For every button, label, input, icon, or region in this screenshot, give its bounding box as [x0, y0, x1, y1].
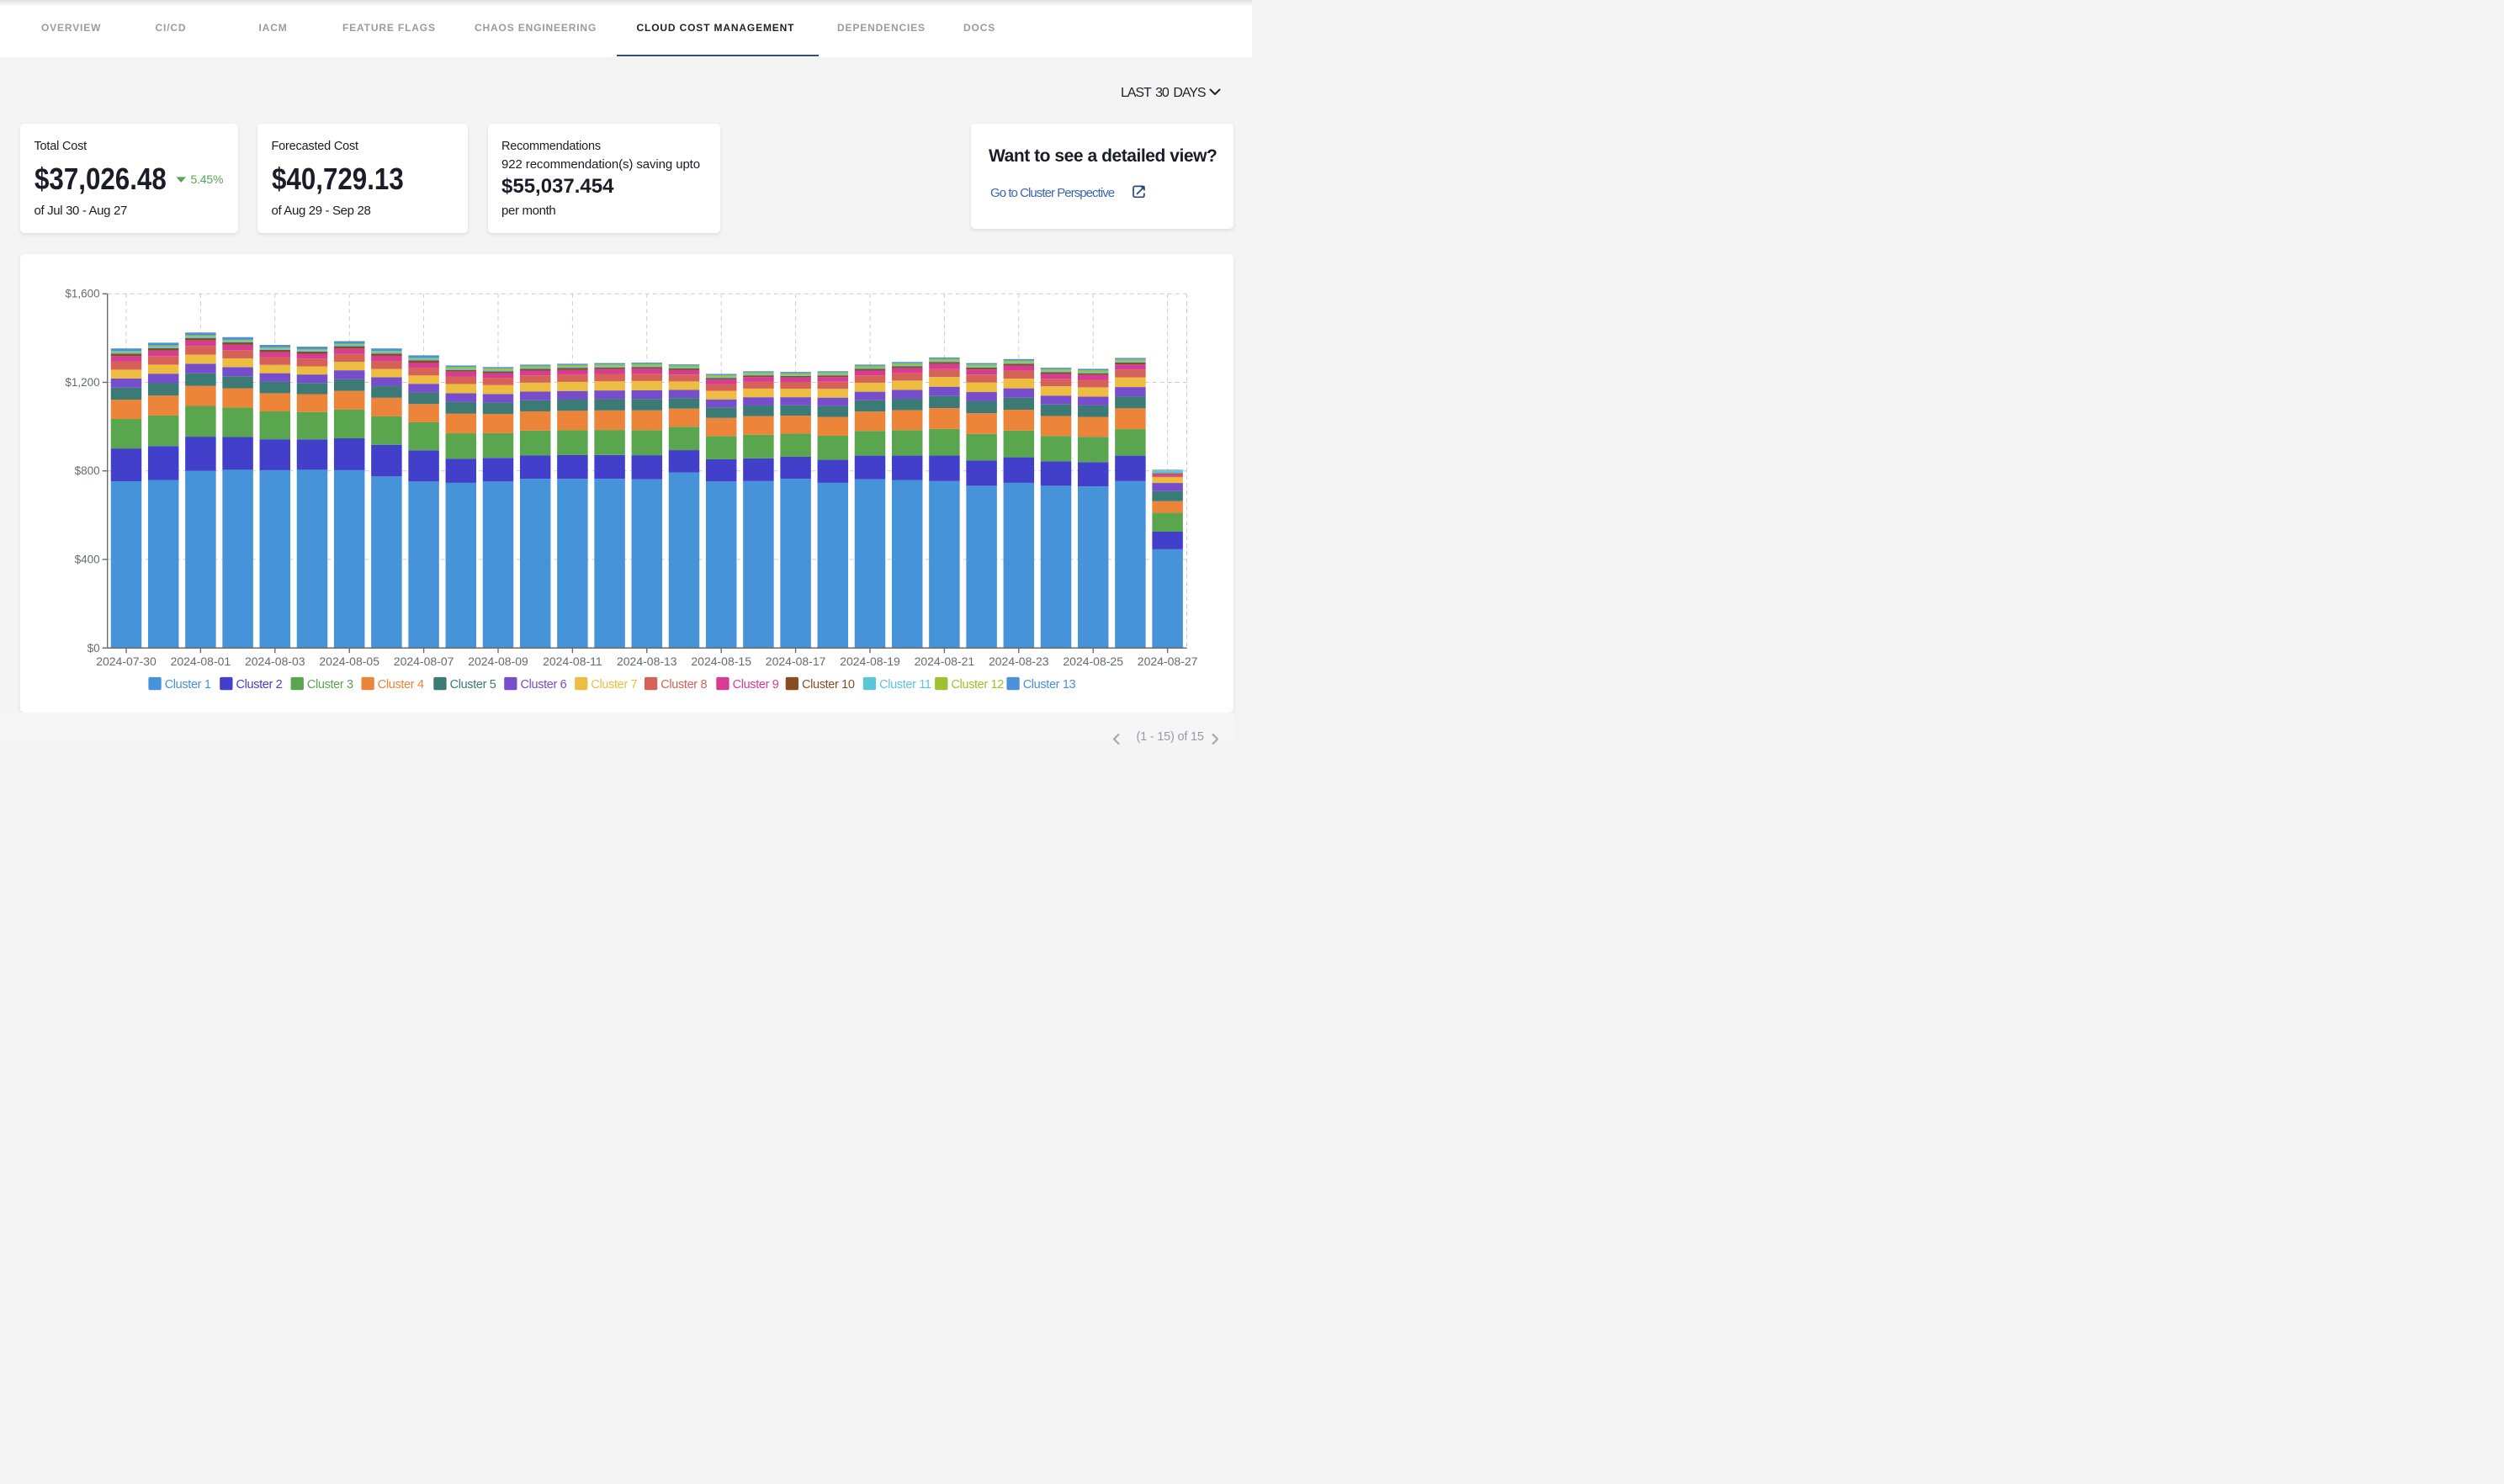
svg-text:Cluster 11: Cluster 11	[879, 677, 931, 691]
svg-text:$800: $800	[75, 464, 100, 477]
svg-text:Cluster 13: Cluster 13	[1023, 677, 1076, 691]
svg-text:2024-08-19: 2024-08-19	[840, 654, 900, 667]
svg-text:Cluster 2: Cluster 2	[236, 677, 283, 691]
svg-text:2024-08-21: 2024-08-21	[915, 654, 975, 667]
svg-text:2024-08-25: 2024-08-25	[1063, 654, 1123, 667]
svg-text:$400: $400	[75, 553, 100, 565]
svg-text:2024-08-23: 2024-08-23	[989, 654, 1049, 667]
svg-text:Cluster 9: Cluster 9	[733, 677, 779, 691]
svg-text:Cluster 8: Cluster 8	[660, 677, 707, 691]
svg-text:2024-08-27: 2024-08-27	[1138, 654, 1198, 667]
svg-text:$0: $0	[88, 641, 100, 654]
svg-text:2024-08-05: 2024-08-05	[319, 654, 379, 667]
svg-text:$1,600: $1,600	[65, 287, 99, 299]
svg-text:2024-08-13: 2024-08-13	[617, 654, 677, 667]
svg-text:Cluster 1: Cluster 1	[165, 677, 211, 691]
svg-text:Cluster 4: Cluster 4	[378, 677, 424, 691]
svg-text:2024-08-17: 2024-08-17	[766, 654, 826, 667]
svg-text:2024-07-30: 2024-07-30	[96, 654, 156, 667]
svg-text:Cluster 6: Cluster 6	[521, 677, 567, 691]
svg-text:2024-08-11: 2024-08-11	[543, 654, 602, 667]
svg-text:2024-08-15: 2024-08-15	[691, 654, 751, 667]
svg-text:2024-08-03: 2024-08-03	[245, 654, 305, 667]
svg-text:Cluster 12: Cluster 12	[951, 677, 1004, 691]
svg-text:Cluster 3: Cluster 3	[307, 677, 353, 691]
svg-text:2024-08-09: 2024-08-09	[468, 654, 528, 667]
svg-text:Cluster 7: Cluster 7	[591, 677, 637, 691]
svg-text:Cluster 5: Cluster 5	[450, 677, 496, 691]
svg-text:$1,200: $1,200	[65, 375, 99, 388]
svg-text:Cluster 10: Cluster 10	[802, 677, 855, 691]
svg-text:2024-08-01: 2024-08-01	[171, 654, 231, 667]
svg-text:2024-08-07: 2024-08-07	[394, 654, 454, 667]
